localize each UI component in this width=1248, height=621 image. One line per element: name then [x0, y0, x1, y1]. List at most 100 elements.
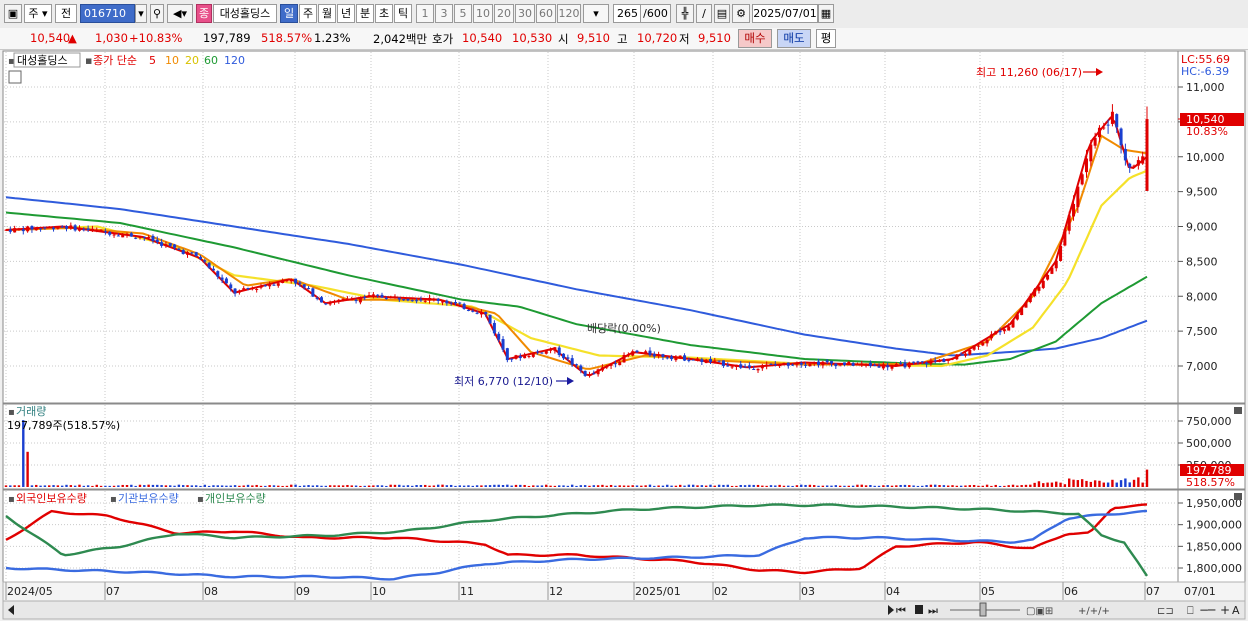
volume-bar	[622, 485, 626, 487]
volume-bar	[475, 485, 479, 487]
candle-body	[808, 363, 812, 366]
volume-bar	[264, 485, 267, 487]
volume-bar	[808, 484, 812, 487]
x-axis-label: 2025/01	[635, 585, 681, 598]
candle-body	[717, 360, 721, 362]
candle-body	[255, 289, 259, 291]
chart-tools-icon[interactable]: ⊏⊐	[1157, 606, 1174, 617]
volume-bar	[134, 485, 137, 487]
stock-chart[interactable]: 2024/05 07 08 09 10 11 12 2025/01 02 03 04 05 06 07 07…	[0, 0, 1248, 621]
x-axis-label: 10	[372, 585, 386, 598]
volume-bar	[52, 485, 55, 487]
candle-body	[134, 237, 138, 239]
x-axis-label: 11	[460, 585, 474, 598]
table-toggle-icon[interactable]	[8, 70, 22, 84]
volume-bar	[527, 485, 531, 487]
ma-legend-label: 종가 단순	[93, 54, 137, 67]
volume-bar	[242, 485, 245, 487]
candle-body	[609, 364, 613, 366]
volume-bar	[290, 484, 293, 487]
zoom-slider-handle[interactable]	[979, 602, 987, 617]
candle-body	[549, 349, 553, 351]
volume-bar	[177, 484, 181, 487]
volume-bar	[877, 485, 881, 487]
candle-body	[358, 297, 362, 303]
stop-icon[interactable]	[915, 605, 923, 614]
volume-bar	[761, 485, 764, 487]
volume-bar	[359, 485, 362, 487]
volume-bar	[549, 485, 552, 487]
volume-bar	[73, 485, 77, 487]
candle-body	[30, 225, 34, 230]
rewind-icon[interactable]: ⏮	[896, 604, 906, 617]
volume-bar	[380, 485, 384, 487]
scroll-bar[interactable]	[2, 600, 1246, 620]
candle-body	[544, 349, 548, 354]
volume-bar	[994, 484, 997, 487]
volume-bar	[60, 485, 64, 487]
auto-scale-icon[interactable]: A	[1232, 604, 1240, 617]
volume-bar	[363, 485, 366, 487]
candle-body	[1128, 163, 1132, 168]
panel-icon[interactable]: ⎕	[1187, 604, 1194, 617]
x-axis-label: 02	[714, 585, 728, 598]
volume-bar	[951, 485, 954, 487]
volume-bar	[817, 485, 820, 487]
volume-bar	[532, 485, 535, 487]
candle-body	[562, 353, 566, 359]
candle-body	[873, 365, 877, 367]
candle-body	[1097, 127, 1101, 138]
volume-bar	[946, 485, 950, 487]
x-axis-label: 07	[1146, 585, 1160, 598]
volume-close-icon[interactable]	[1234, 407, 1242, 414]
volume-bar	[631, 485, 634, 487]
candle-body	[626, 354, 630, 356]
volume-bar	[303, 485, 306, 487]
candle-body	[1093, 137, 1097, 146]
volume-axis-label: 500,000	[1186, 437, 1232, 450]
volume-bar	[1063, 484, 1067, 487]
volume-bar	[99, 485, 103, 487]
candle-body	[242, 288, 246, 290]
volume-bar	[739, 484, 742, 487]
candle-body	[307, 288, 311, 290]
candle-body	[1020, 308, 1024, 316]
price-panel-bg	[2, 50, 1179, 404]
candle-body	[475, 312, 479, 314]
crosshair-icon[interactable]: +∕+∕+	[1078, 606, 1110, 617]
holdings-close-icon[interactable]	[1234, 493, 1242, 500]
volume-bar	[670, 485, 673, 487]
volume-marker-icon: ▪	[8, 407, 15, 418]
candle-body	[661, 354, 665, 357]
candle-body	[116, 235, 120, 237]
volume-bar	[886, 485, 889, 487]
fast-forward-icon[interactable]: ⏭	[928, 604, 938, 617]
zoom-in-icon[interactable]: +	[1220, 603, 1230, 617]
volume-bar	[13, 485, 16, 487]
volume-bar	[1068, 478, 1071, 487]
candle-body	[445, 300, 449, 304]
candle-body	[726, 365, 730, 367]
volume-bar	[199, 485, 202, 487]
candle-body	[981, 342, 985, 346]
candle-body	[518, 356, 522, 359]
zoom-line-icon[interactable]: ─	[1207, 603, 1216, 617]
layout-icon[interactable]: ▢▣⊞	[1026, 606, 1053, 617]
candle-body	[147, 237, 151, 239]
volume-bar	[869, 485, 872, 487]
candle-body	[8, 229, 12, 232]
candle-body	[13, 228, 17, 233]
holdings-marker-icon-3: ▪	[197, 494, 204, 505]
volume-bar	[666, 484, 669, 487]
volume-bar	[506, 484, 509, 487]
candle-body	[963, 353, 967, 356]
candle-body	[613, 363, 617, 365]
candle-body	[505, 348, 509, 361]
volume-bar	[921, 485, 924, 487]
volume-bar	[207, 485, 211, 487]
volume-bar	[1089, 481, 1093, 487]
candle-body	[302, 284, 306, 288]
volume-bar	[882, 485, 885, 487]
volume-bar	[246, 484, 250, 487]
price-axis-label: 7,500	[1186, 325, 1218, 338]
